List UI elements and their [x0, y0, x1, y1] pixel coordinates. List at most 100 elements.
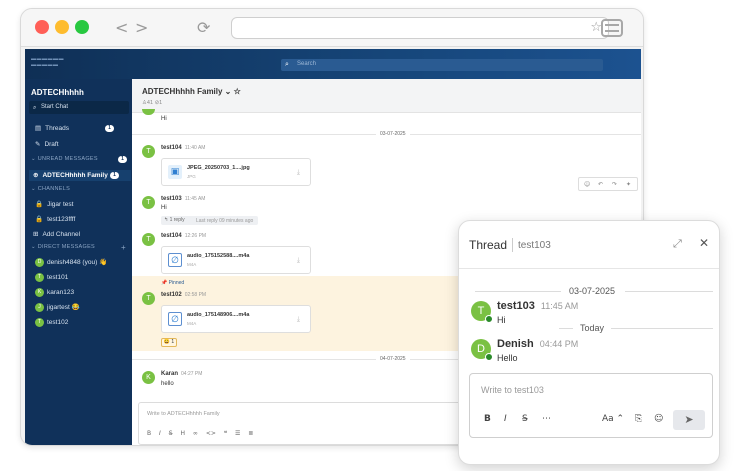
pinned-label: 📌 Pinned: [161, 280, 185, 286]
search-icon: ⌕: [33, 104, 37, 111]
file-attachment[interactable]: ∅ audio_175152588....m4a M4A ⤓: [161, 246, 311, 274]
close-window-button[interactable]: [35, 20, 49, 34]
sidebar-item-dm[interactable]: Ttest101: [35, 273, 68, 282]
emoji-icon[interactable]: ☺: [654, 414, 663, 424]
browser-menu-icon[interactable]: [601, 19, 623, 37]
sidebar-item-dm[interactable]: Ttest102: [35, 318, 68, 327]
emoji-react-icon[interactable]: ☺: [584, 181, 590, 188]
section-channels-header[interactable]: ⌄ CHANNELS: [31, 186, 70, 192]
message-author[interactable]: test102 02:58 PM: [161, 292, 206, 298]
avatar: J: [35, 303, 44, 312]
sidebar-item-threads[interactable]: ▤ Threads: [35, 124, 69, 132]
logo: ▬▬▬▬▬▬ ▬▬▬▬▬: [31, 56, 64, 68]
section-dm-header[interactable]: ⌄ DIRECT MESSAGES: [31, 244, 95, 250]
start-chat-button[interactable]: ⌕ Start Chat: [29, 101, 129, 114]
divider: [559, 328, 573, 329]
bold-icon[interactable]: B: [484, 414, 491, 424]
date-label: 04-07-2025: [376, 356, 410, 362]
numbered-list-icon[interactable]: ≣: [248, 430, 253, 437]
sidebar-item-unread-channel[interactable]: ⊕ ADTECHhhhh Family: [33, 171, 108, 179]
image-icon: ▣: [168, 165, 182, 179]
message-actions-toolbar: ☺ ↶ ↷ ✦: [578, 177, 638, 191]
message-text: Hi: [161, 116, 167, 122]
download-icon[interactable]: ⤓: [297, 256, 300, 265]
reload-icon[interactable]: ⟳: [197, 18, 210, 37]
pin-icon[interactable]: ✦: [626, 181, 631, 188]
more-icon[interactable]: ⋯: [542, 414, 551, 424]
reply-icon[interactable]: ↶: [598, 181, 603, 188]
file-name: JPEG_20250703_1....jpg: [187, 165, 250, 171]
app-header: ▬▬▬▬▬▬ ▬▬▬▬▬ ⌕ Search: [25, 49, 641, 79]
reaction-badge[interactable]: 😀 1: [161, 338, 177, 347]
date-label: 03-07-2025: [569, 286, 616, 296]
file-type: JPG: [187, 174, 196, 179]
bullet-list-icon[interactable]: ☰: [235, 430, 240, 437]
channel-title[interactable]: ADTECHhhhh Family ⌄ ☆: [142, 87, 241, 96]
thread-panel: Thread test103 ⤢ ✕ 03-07-2025 T test103 1…: [458, 220, 720, 465]
section-unread-header[interactable]: ⌄ UNREAD MESSAGES: [31, 156, 98, 162]
message-author[interactable]: test103 11:45 AM: [161, 196, 205, 202]
message-author[interactable]: test103 11:45 AM: [497, 300, 578, 312]
add-channel-icon: ⊞: [33, 230, 39, 238]
draft-icon: ✎: [35, 140, 41, 148]
avatar: K: [35, 288, 44, 297]
thread-title: Thread: [469, 238, 508, 252]
quote-icon[interactable]: ❝: [224, 430, 227, 437]
forward-icon[interactable]: >: [135, 18, 148, 37]
message-text: hello: [161, 381, 174, 387]
strikethrough-icon[interactable]: S̶: [522, 414, 528, 424]
sidebar-item-dm[interactable]: Kkaran123: [35, 288, 74, 297]
thread-composer[interactable]: Write to test103 B I S̶ ⋯ Aa ⌃ ⎘ ☺ ➤: [469, 373, 713, 438]
italic-icon[interactable]: I: [504, 414, 507, 424]
sidebar-item-channel[interactable]: 🔒 test123ffff: [35, 215, 75, 223]
message-author[interactable]: test104 11:40 AM: [161, 145, 205, 151]
divider: [625, 291, 713, 292]
message-time: 11:45 AM: [184, 196, 206, 202]
close-icon[interactable]: ✕: [699, 236, 709, 250]
add-dm-icon[interactable]: +: [121, 243, 126, 252]
code-icon[interactable]: <>: [206, 430, 216, 437]
date-label: 03-07-2025: [376, 131, 410, 137]
expand-icon[interactable]: ⤢: [673, 237, 682, 251]
minimize-window-button[interactable]: [55, 20, 69, 34]
avatar: T: [142, 196, 155, 209]
message-text: Hello: [497, 353, 518, 363]
forward-icon[interactable]: ↷: [612, 181, 617, 188]
file-type: M4A: [187, 321, 197, 326]
thread-header: Thread test103 ⤢ ✕: [459, 221, 719, 269]
send-button[interactable]: ➤: [673, 410, 705, 430]
attachment-icon[interactable]: ⎘: [635, 414, 642, 424]
channel-meta: ♙41 ⊘1: [142, 100, 163, 106]
heading-icon[interactable]: H: [180, 430, 185, 437]
divider: [475, 291, 561, 292]
online-status-icon: [485, 353, 493, 361]
message-author[interactable]: test104 12:26 PM: [161, 233, 206, 239]
bold-icon[interactable]: B: [147, 430, 151, 437]
sidebar-item-dm[interactable]: Jjigartest 😂: [35, 303, 80, 312]
attachment-icon: ∅: [168, 253, 182, 267]
file-attachment[interactable]: ∅ audio_175148906....m4a M4A ⤓: [161, 305, 311, 333]
add-channel-button[interactable]: ⊞ Add Channel: [33, 230, 80, 238]
sidebar-item-dm[interactable]: Ddenish4848 (you) 👋: [35, 258, 107, 267]
avatar: T: [142, 292, 155, 305]
back-icon[interactable]: <: [115, 18, 128, 37]
search-input[interactable]: ⌕ Search: [281, 59, 603, 71]
message-author[interactable]: Karan 04:27 PM: [161, 371, 202, 377]
avatar: D: [35, 258, 44, 267]
link-icon[interactable]: ∞: [193, 430, 198, 437]
address-bar[interactable]: ☆: [231, 17, 609, 39]
italic-icon[interactable]: I: [159, 430, 161, 437]
sidebar-item-channel[interactable]: 🔒 Jigar test: [35, 200, 73, 208]
sidebar: ADTECHhhhh ⌕ Start Chat ▤ Threads 1 ✎ Draf…: [25, 79, 132, 445]
download-icon[interactable]: ⤓: [297, 168, 300, 177]
sidebar-item-draft[interactable]: ✎ Draft: [35, 140, 59, 148]
start-chat-label: Start Chat: [41, 104, 69, 110]
message-author[interactable]: Denish 04:44 PM: [497, 338, 578, 350]
maximize-window-button[interactable]: [75, 20, 89, 34]
last-reply: Last reply 09 minutes ago: [196, 218, 254, 224]
avatar: T: [142, 145, 155, 158]
download-icon[interactable]: ⤓: [297, 315, 300, 324]
text-format-icon[interactable]: Aa ⌃: [602, 414, 624, 424]
file-attachment[interactable]: ▣ JPEG_20250703_1....jpg JPG ⤓: [161, 158, 311, 186]
strikethrough-icon[interactable]: S̶: [169, 430, 173, 437]
